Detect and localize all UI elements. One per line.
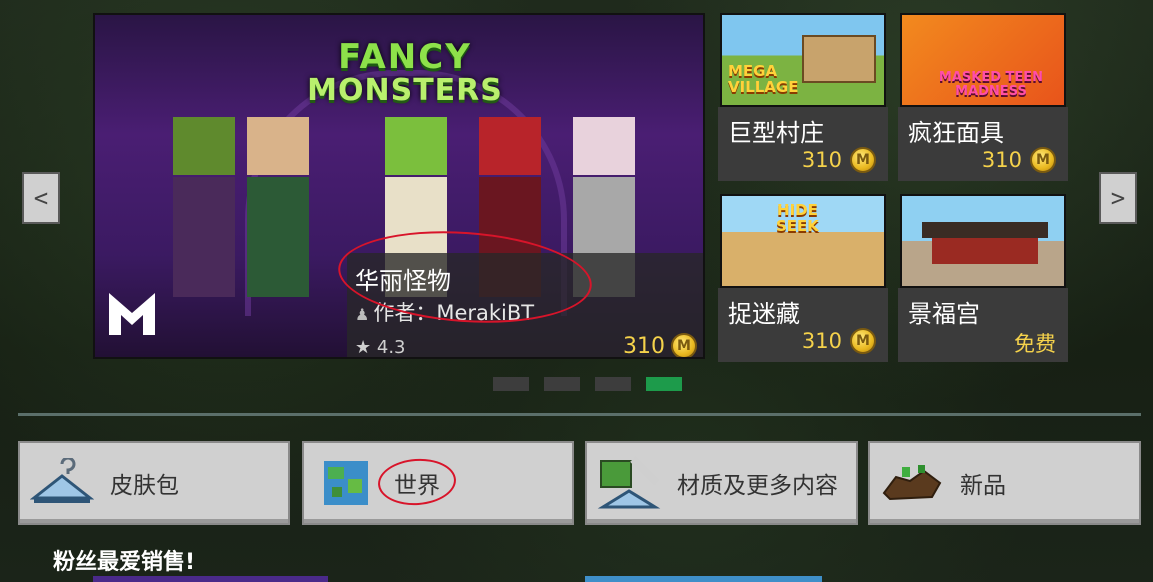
store-tile-gyeongbokgung[interactable]: 景福宫 免费 [898,194,1068,362]
hanger-icon [28,454,96,512]
category-label: 新品 [960,473,1006,499]
tile-image: MASKED TEEN MADNESS [900,13,1066,107]
carousel-dot[interactable] [595,377,631,391]
next-row-card-edge[interactable] [585,576,822,582]
tile-name: 景福宫 [908,300,980,328]
minecoin-icon: M [850,328,876,354]
tile-price: 310 M [802,328,876,354]
store-tile-masked-teen-madness[interactable]: MASKED TEEN MADNESS 疯狂面具 310 M [898,13,1068,181]
person-icon: ♟ [355,305,370,324]
texture-pack-icon [595,454,663,512]
carousel-next-button[interactable]: > [1099,172,1137,224]
hero-character [173,117,235,297]
tile-image: MEGA VILLAGE [720,13,886,107]
minecoin-icon: M [671,333,697,357]
category-textures-button[interactable]: 材质及更多内容 [585,441,858,525]
tile-price: 310 M [802,147,876,173]
category-label: 皮肤包 [110,473,179,499]
hero-price: 310 M [623,333,697,357]
store-tile-mega-village[interactable]: MEGA VILLAGE 巨型村庄 310 M [718,13,888,181]
tile-image [900,194,1066,288]
section-divider [18,413,1141,416]
tile-name: 捉迷藏 [728,300,800,328]
carousel-dot[interactable] [544,377,580,391]
tile-image: HIDE SEEK [720,194,886,288]
category-label: 材质及更多内容 [677,473,838,499]
tile-price: 310 M [982,147,1056,173]
hero-logo: FANCY MONSTERS [307,37,503,108]
star-icon: ★ [355,337,372,358]
hero-rating: ★ 4.3 [355,337,406,358]
next-row-card-edge[interactable] [93,576,328,582]
chevron-left-icon: < [33,184,49,212]
new-items-icon [878,454,946,512]
category-new-button[interactable]: 新品 [868,441,1141,525]
section-title: 粉丝最爱销售! [53,550,196,575]
globe-icon [312,454,380,512]
tile-name: 疯狂面具 [908,119,1004,147]
store-tile-hide-and-seek[interactable]: HIDE SEEK 捉迷藏 310 M [718,194,888,362]
category-skin-packs-button[interactable]: 皮肤包 [18,441,290,525]
meraki-logo-icon [109,293,155,335]
chevron-right-icon: > [1110,184,1126,212]
hero-character [247,117,309,297]
carousel-dot[interactable] [493,377,529,391]
carousel-prev-button[interactable]: < [22,172,60,224]
minecoin-icon: M [850,147,876,173]
minecoin-icon: M [1030,147,1056,173]
tile-price: 免费 [1014,332,1056,356]
tile-name: 巨型村庄 [728,119,824,147]
carousel-indicator [493,377,682,391]
carousel-dot-active[interactable] [646,377,682,391]
